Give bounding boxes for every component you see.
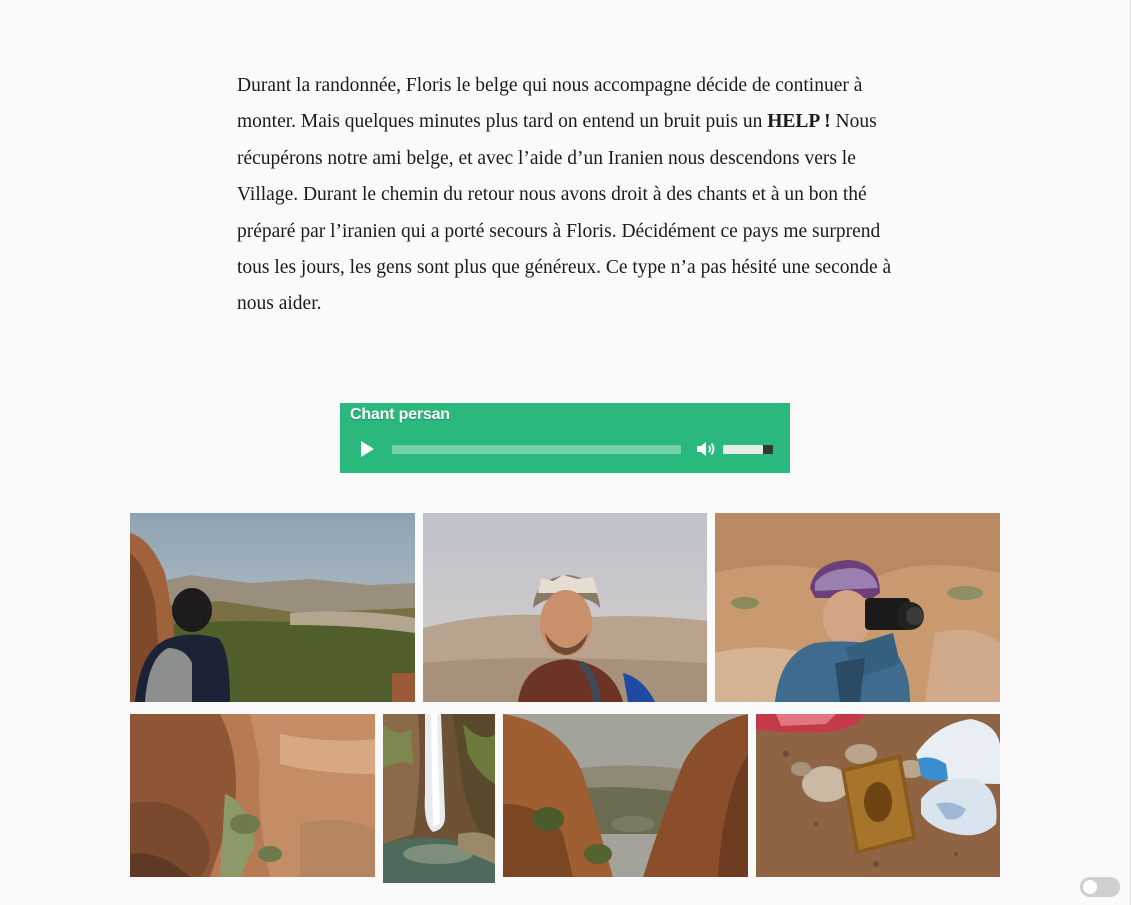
story-paragraph: Durant la randonnée, Floris le belge qui… bbox=[237, 68, 897, 323]
gorge-image bbox=[503, 714, 748, 877]
play-icon bbox=[361, 441, 374, 457]
canyon-image bbox=[130, 714, 375, 877]
photo-book-on-ground[interactable] bbox=[756, 714, 1000, 877]
story-text: Durant la randonnée, Floris le belge qui… bbox=[237, 68, 897, 323]
photo-rocky-canyon[interactable] bbox=[130, 714, 375, 877]
play-button[interactable] bbox=[358, 440, 376, 458]
keffiyeh-portrait-image bbox=[423, 513, 707, 702]
photo-man-with-keffiyeh[interactable] bbox=[423, 513, 707, 702]
help-emphasis: HELP ! bbox=[767, 111, 831, 133]
photo-gorge-with-village[interactable] bbox=[503, 714, 748, 877]
theme-toggle[interactable] bbox=[1080, 877, 1120, 897]
volume-level bbox=[723, 445, 763, 454]
mute-button[interactable] bbox=[696, 440, 716, 458]
photo-photographer-with-camera[interactable] bbox=[715, 513, 1000, 702]
photo-waterfall[interactable] bbox=[383, 714, 495, 883]
audio-title: Chant persan bbox=[350, 406, 450, 423]
photographer-image bbox=[715, 513, 1000, 702]
audio-player: Chant persan bbox=[340, 403, 790, 473]
book-image bbox=[756, 714, 1000, 877]
story-text-part2: Nous récupérons notre ami belge, et avec… bbox=[237, 111, 892, 315]
toggle-knob bbox=[1083, 880, 1097, 894]
hiker-valley-image bbox=[130, 513, 415, 702]
waterfall-image bbox=[383, 714, 495, 883]
photo-hiker-overlooking-valley[interactable] bbox=[130, 513, 415, 702]
audio-progress-bar[interactable] bbox=[392, 445, 681, 454]
volume-slider[interactable] bbox=[723, 445, 773, 454]
speaker-icon bbox=[697, 442, 715, 456]
